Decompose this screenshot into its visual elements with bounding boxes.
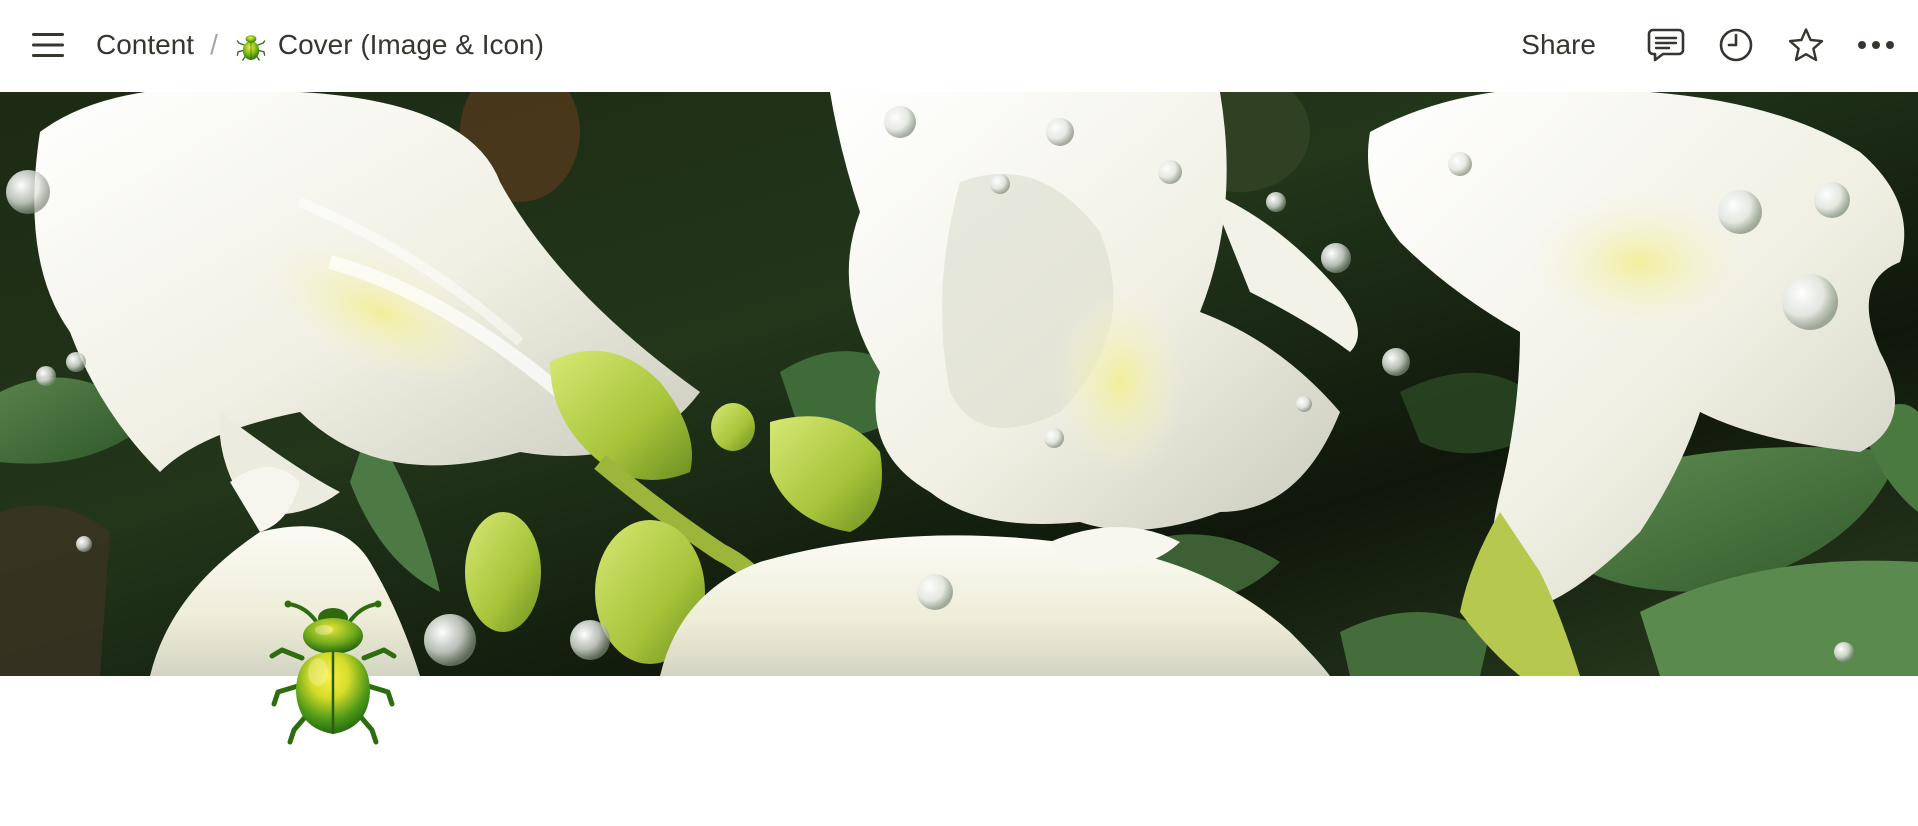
breadcrumb-parent[interactable]: Content (86, 25, 204, 65)
cover-image[interactable] (0, 92, 1918, 676)
breadcrumb-current-page[interactable]: Cover (Image & Icon) (224, 24, 554, 66)
breadcrumb-separator: / (210, 29, 218, 60)
breadcrumb-page-title: Cover (Image & Icon) (277, 29, 544, 60)
beetle-emoji-icon (234, 28, 268, 62)
flowers-photo (0, 92, 1918, 676)
top-bar: Content / Cover (Image & Icon) Share (0, 0, 1918, 92)
history-clock-icon[interactable] (1708, 20, 1764, 70)
more-horizontal-icon[interactable] (1848, 20, 1904, 70)
top-bar-actions: Share (1509, 20, 1904, 70)
comment-icon[interactable] (1638, 20, 1694, 70)
beetle-emoji-icon[interactable] (258, 596, 408, 746)
share-button[interactable]: Share (1509, 23, 1608, 67)
breadcrumb: Content / Cover (Image & Icon) (86, 22, 554, 68)
star-icon[interactable] (1778, 20, 1834, 70)
hamburger-menu-icon[interactable] (24, 24, 72, 66)
